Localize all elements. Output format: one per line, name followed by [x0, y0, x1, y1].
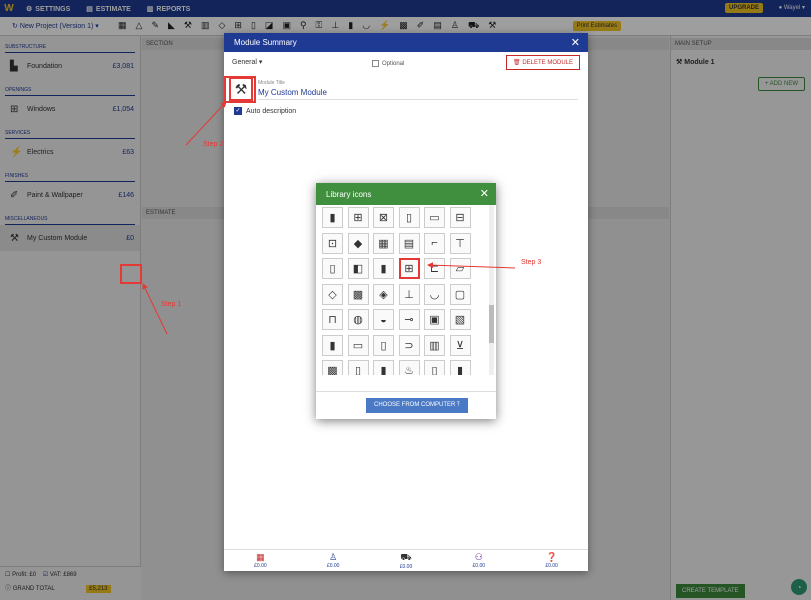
- step2-arrow: [185, 101, 227, 146]
- step1-arrow: [142, 283, 168, 335]
- annotation-arrows: [142, 101, 516, 335]
- step3-arrow: [427, 262, 516, 269]
